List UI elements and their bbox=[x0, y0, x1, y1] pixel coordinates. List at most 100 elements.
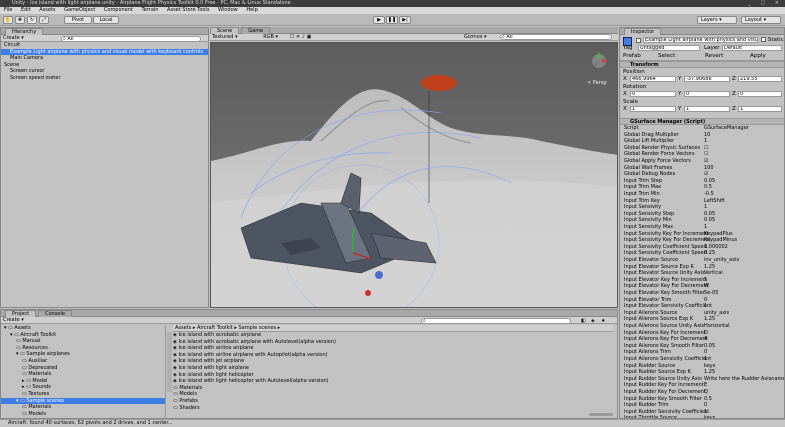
property-value[interactable]: KeypadMinus bbox=[704, 237, 737, 244]
property-value[interactable]: 1.25 bbox=[704, 264, 715, 271]
project-tree-item[interactable]: ▸ ▭ Sounds bbox=[1, 384, 165, 391]
window-controls[interactable]: _ □ × bbox=[748, 0, 783, 7]
rotate-tool-button[interactable]: ↻ bbox=[27, 16, 37, 24]
tab-inspector[interactable]: Inspector bbox=[624, 28, 662, 35]
hierarchy-item[interactable]: Main Camera bbox=[1, 55, 208, 62]
hierarchy-create-button[interactable]: Create bbox=[3, 35, 20, 41]
menu-edit[interactable]: Edit bbox=[21, 7, 31, 13]
menu-file[interactable]: File bbox=[4, 7, 12, 13]
rotation-z-field[interactable]: 0 bbox=[738, 91, 782, 97]
menu-assets[interactable]: Assets bbox=[39, 7, 55, 13]
property-value[interactable]: A bbox=[704, 336, 707, 343]
shading-mode-dropdown[interactable]: Textured ▾ bbox=[212, 34, 238, 40]
project-file-item[interactable]: ▭ Models bbox=[173, 391, 613, 398]
filter-label-icon[interactable]: ◈ bbox=[591, 318, 595, 324]
property-value[interactable]: 1 bbox=[704, 409, 707, 416]
property-value[interactable]: 1 bbox=[704, 224, 707, 231]
property-value[interactable]: ☐ bbox=[704, 151, 708, 158]
scene-viewport[interactable]: < Persp bbox=[210, 42, 618, 308]
menu-gameobject[interactable]: GameObject bbox=[64, 7, 95, 13]
property-value[interactable]: E bbox=[704, 382, 707, 389]
project-tree-item[interactable]: ▭ Textures bbox=[1, 391, 165, 398]
tag-dropdown[interactable]: Untagged bbox=[638, 45, 700, 51]
property-value[interactable]: GSurfaceManager bbox=[704, 125, 749, 132]
property-value[interactable]: LeftShift bbox=[704, 198, 725, 205]
project-tree-item[interactable]: ▭ Manual bbox=[1, 338, 165, 345]
tab-project[interactable]: Project bbox=[5, 310, 37, 317]
property-value[interactable]: 1.000002 bbox=[704, 244, 728, 251]
project-scrollbar[interactable] bbox=[167, 332, 172, 392]
gizmos-dropdown[interactable]: Gizmos ▾ bbox=[464, 34, 487, 40]
tab-game[interactable]: Game bbox=[241, 27, 271, 34]
tab-hierarchy[interactable]: Hierarchy bbox=[5, 28, 44, 35]
property-value[interactable]: Horizontal bbox=[704, 323, 730, 330]
property-value[interactable]: 0.25 bbox=[704, 250, 715, 257]
menu-help[interactable]: Help bbox=[246, 7, 257, 13]
hierarchy-search-input[interactable]: ⌕ All bbox=[61, 36, 201, 42]
project-file-item[interactable]: ▭ Materials bbox=[173, 385, 613, 392]
tab-console[interactable]: Console bbox=[38, 310, 72, 317]
project-tree-item[interactable]: ▭ Materials bbox=[1, 404, 165, 411]
property-value[interactable]: Vertical bbox=[704, 270, 723, 277]
local-toggle[interactable]: Local bbox=[93, 16, 119, 24]
property-value[interactable]: unity_axis bbox=[704, 310, 729, 317]
transform-header[interactable]: Transform bbox=[620, 61, 784, 68]
menu-component[interactable]: Component bbox=[104, 7, 133, 13]
layout-dropdown[interactable]: Layout ▾ bbox=[741, 16, 781, 24]
render-mode-dropdown[interactable]: RGB ▾ bbox=[263, 34, 278, 40]
project-tree-item[interactable]: ▭ Auxiliar bbox=[1, 358, 165, 365]
scale-y-field[interactable]: 1 bbox=[684, 106, 730, 112]
effects-toggle-icon[interactable]: ▣ bbox=[307, 34, 312, 40]
static-checkbox[interactable]: Static bbox=[761, 37, 784, 43]
project-tree-item[interactable]: ▾ ▭ Assets bbox=[1, 325, 165, 332]
project-breadcrumb[interactable]: Assets ▸ Aircraft Toolkit ▸ Sample scene… bbox=[173, 325, 613, 332]
scale-x-field[interactable]: 1 bbox=[630, 106, 676, 112]
property-value[interactable]: 1 bbox=[704, 138, 707, 145]
project-search-input[interactable]: ⌕ bbox=[421, 318, 571, 324]
property-value[interactable]: 0.05 bbox=[704, 217, 715, 224]
property-value[interactable]: 1.25 bbox=[704, 316, 715, 323]
project-tree-item[interactable]: ▾ ▭ Sample airplanes bbox=[1, 351, 165, 358]
icon-size-slider[interactable] bbox=[589, 413, 613, 416]
hierarchy-item[interactable]: Example Light airplane with physics and … bbox=[1, 48, 208, 56]
project-file-item[interactable]: ◈ Ice island with airline airplane bbox=[173, 345, 613, 352]
property-value[interactable]: -0.5 bbox=[704, 191, 714, 198]
property-value[interactable]: 0 bbox=[704, 297, 707, 304]
position-z-field[interactable]: 219.55 bbox=[738, 76, 782, 82]
script-component-header[interactable]: GSurface Manager (Script) bbox=[620, 118, 784, 125]
property-value[interactable]: 0 bbox=[704, 402, 707, 409]
project-tree-item[interactable]: ▾ ▭ Sample scenes bbox=[1, 397, 165, 405]
project-file-item[interactable]: ◈ Ice island with acrobatic airplane bbox=[173, 332, 613, 339]
property-value[interactable]: W bbox=[704, 283, 709, 290]
property-value[interactable]: 0.05 bbox=[704, 178, 715, 185]
hand-tool-button[interactable]: ✋ bbox=[3, 16, 13, 24]
project-tree-item[interactable]: ▸ ▭ Model bbox=[1, 378, 165, 385]
rotation-y-field[interactable]: 0 bbox=[684, 91, 730, 97]
property-value[interactable]: 0.05 bbox=[704, 343, 715, 350]
tab-scene[interactable]: Scene bbox=[210, 27, 240, 34]
project-file-item[interactable]: ▭ Shaders bbox=[173, 405, 613, 412]
property-value[interactable]: ☑ bbox=[704, 158, 708, 165]
hierarchy-item[interactable]: Screen cursor bbox=[1, 68, 208, 75]
property-value[interactable]: Write here the Rudder Axisname bbox=[704, 376, 784, 383]
active-checkbox[interactable] bbox=[636, 38, 641, 43]
project-tree-item[interactable]: ▭ Resources bbox=[1, 345, 165, 352]
property-value[interactable]: ☐ bbox=[704, 145, 708, 152]
play-button[interactable]: ▶ bbox=[373, 16, 385, 24]
project-file-item[interactable]: ◈ Ice island with jet airplane bbox=[173, 358, 613, 365]
property-value[interactable]: 0.5 bbox=[704, 396, 712, 403]
property-value[interactable]: 5e-05 bbox=[704, 290, 718, 297]
project-create-button[interactable]: Create bbox=[3, 317, 20, 323]
property-value[interactable]: ☑ bbox=[704, 171, 708, 178]
project-tree-item[interactable]: ▾ ▭ Aircraft Toolkit bbox=[1, 332, 165, 339]
property-value[interactable]: 10 bbox=[704, 132, 710, 139]
property-value[interactable]: 1 bbox=[704, 204, 707, 211]
pause-button[interactable]: ❚❚ bbox=[386, 16, 398, 24]
prefab-apply-button[interactable]: Apply bbox=[750, 53, 766, 59]
property-value[interactable]: inv_unity_axis bbox=[704, 257, 739, 264]
menu-terrain[interactable]: Terrain bbox=[142, 7, 159, 13]
property-value[interactable]: S bbox=[704, 277, 707, 284]
menu-window[interactable]: Window bbox=[218, 7, 238, 13]
step-button[interactable]: ▶| bbox=[399, 16, 411, 24]
project-tree-item[interactable]: ▭ Deprecated bbox=[1, 365, 165, 372]
